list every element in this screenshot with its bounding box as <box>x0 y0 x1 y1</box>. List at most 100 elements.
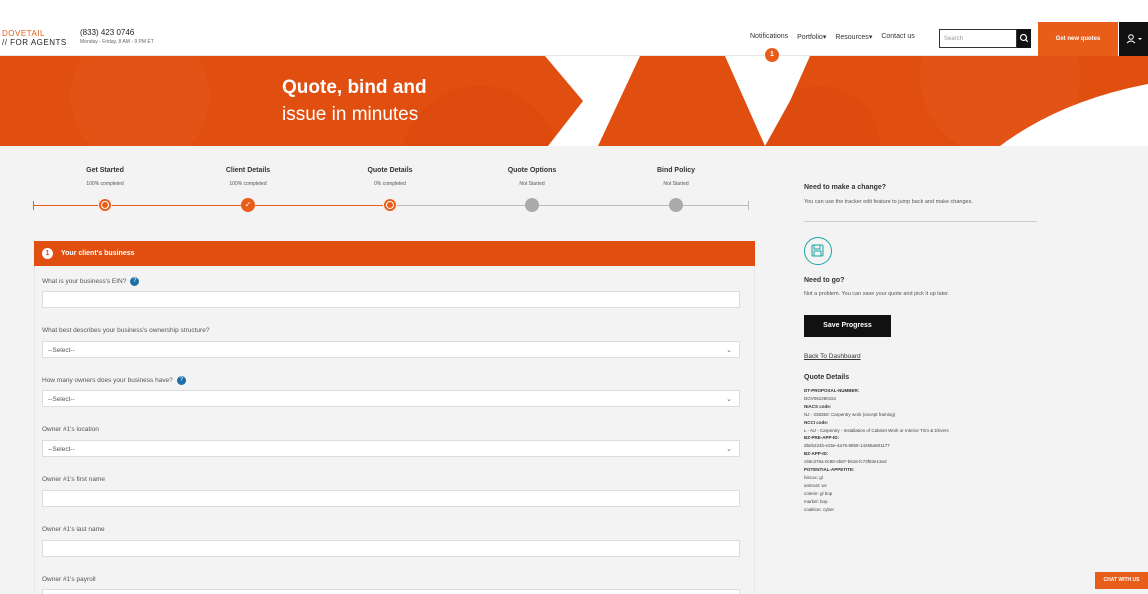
detail-key: NCCI code: <box>804 419 829 425</box>
step-dot-quote-options <box>525 198 539 212</box>
appetite-value: markel: bop <box>804 498 828 504</box>
phone-block: (833) 423 0746 Monday - Friday, 8 AM - 9… <box>80 28 154 45</box>
ein-input[interactable] <box>42 291 740 308</box>
detail-value: L - NJ - Carpentry - Installation of Cab… <box>804 427 949 433</box>
hero-banner: Quote, bind and issue in minutes <box>0 56 1148 146</box>
detail-key: BZ-PRE-APP-ID: <box>804 435 839 441</box>
step-status: 0% completed <box>374 181 406 187</box>
nav-resources-label: Resources <box>835 34 869 41</box>
owners-count-select[interactable]: --Select-- ⌄ <box>42 390 740 407</box>
appetite-value: coterie: gl bop <box>804 490 833 496</box>
owner1-last-name-input[interactable] <box>42 540 740 557</box>
step-status: 100% completed <box>229 181 267 187</box>
caret-down-icon: ▾ <box>822 34 827 41</box>
step-title: Get Started <box>86 167 124 174</box>
section-title: Your client's business <box>61 250 135 257</box>
step-status: Not Started <box>519 181 545 187</box>
ein-label: What is your business's EIN?? <box>42 277 140 286</box>
chat-with-us-button[interactable]: CHAT WITH US <box>1095 572 1148 589</box>
nav-resources[interactable]: Resources▾ <box>835 33 872 41</box>
logo[interactable]: DOVETAIL // FOR AGENTS <box>2 29 67 47</box>
step-dot-client-details: ✓ <box>241 198 255 212</box>
owners-count-select-value: --Select-- <box>48 396 75 403</box>
step-title: Client Details <box>225 167 271 174</box>
notification-count-badge: 1 <box>765 48 779 62</box>
quote-details-list: DT-PROPOSAL-NUMBER: DOV062280151 NIACS c… <box>804 387 1104 514</box>
save-progress-button[interactable]: Save Progress <box>804 315 891 337</box>
detail-key: BZ-APP-ID: <box>804 451 829 457</box>
appetite-value: coalition: cyber <box>804 506 835 512</box>
go-title: Need to go? <box>804 277 845 284</box>
sidebar-divider <box>804 221 1037 222</box>
form-section-header: 1 Your client's business <box>34 241 755 266</box>
ownership-select[interactable]: --Select-- ⌄ <box>42 341 740 358</box>
quote-details-title: Quote Details <box>804 374 850 381</box>
section-number: 1 <box>42 248 53 259</box>
step-dot-get-started <box>98 198 112 212</box>
step-quote-details: Quote Details 0% completed <box>330 167 450 187</box>
nav-portfolio-label: Portfolio <box>797 34 823 41</box>
business-hours: Monday - Friday, 8 AM - 9 PM ET <box>80 39 154 45</box>
main-nav: Notifications Portfolio▾ Resources▾ Cont… <box>750 33 915 41</box>
owner1-payroll-label: Owner #1's payroll <box>42 576 96 583</box>
tracker-end-cap <box>748 201 749 210</box>
chevron-down-icon: ⌄ <box>726 347 732 354</box>
checkmark-icon: ✓ <box>244 200 252 209</box>
owners-count-label: How many owners does your business have?… <box>42 376 186 385</box>
detail-value: d5eb224b-e25e-4a76-8858-14256a601177 <box>804 443 890 449</box>
owner1-last-name-label: Owner #1's last name <box>42 526 105 533</box>
ein-label-text: What is your business's EIN? <box>42 278 127 286</box>
detail-key: DT-PROPOSAL-NUMBER: <box>804 388 860 393</box>
change-text: You can use the tracker edit feature to … <box>804 199 973 205</box>
account-menu-button[interactable] <box>1119 22 1148 56</box>
search-icon <box>1019 33 1029 43</box>
owner1-location-select[interactable]: --Select-- ⌄ <box>42 440 740 457</box>
back-to-dashboard-link[interactable]: Back To Dashboard <box>804 353 861 360</box>
go-text: Not a problem. You can save your quote a… <box>804 291 950 297</box>
help-icon[interactable]: ? <box>130 277 140 286</box>
caret-down-icon: ▾ <box>868 34 873 41</box>
get-new-quotes-button[interactable]: Get new quotes <box>1038 22 1118 56</box>
nav-contact[interactable]: Contact us <box>881 33 914 41</box>
hero-decoration <box>0 56 1148 146</box>
hero-subtitle: issue in minutes <box>282 104 419 125</box>
change-title: Need to make a change? <box>804 184 887 191</box>
nav-notifications[interactable]: Notifications <box>750 33 788 41</box>
detail-key: POTENTIAL-APPETITE: <box>804 467 855 473</box>
search-input[interactable]: Search <box>939 29 1017 48</box>
step-title: Quote Details <box>367 167 413 174</box>
tracker-start-cap <box>33 201 34 210</box>
top-header: DOVETAIL // FOR AGENTS (833) 423 0746 Mo… <box>0 0 1148 56</box>
ownership-label: What best describes your business's owne… <box>42 327 210 334</box>
owner1-payroll-input[interactable] <box>42 589 740 594</box>
owner1-location-label: Owner #1's location <box>42 426 99 433</box>
hero-title: Quote, bind and <box>282 77 427 98</box>
step-title: Quote Options <box>507 167 557 174</box>
search-button[interactable] <box>1017 29 1031 48</box>
phone-number[interactable]: (833) 423 0746 <box>80 28 154 37</box>
step-status: 100% completed <box>86 181 124 187</box>
owners-count-label-text: How many owners does your business have? <box>42 377 173 385</box>
detail-value: c69c376a-0c88-4b87-b616-fc73f83e13ed <box>804 459 887 465</box>
help-icon[interactable]: ? <box>176 376 186 385</box>
detail-value: DOV062280151 <box>804 395 837 401</box>
step-status: Not Started <box>663 181 689 187</box>
progress-tracker: Get Started 100% completed View Client D… <box>33 167 749 227</box>
step-dot-quote-details <box>383 198 397 212</box>
step-dot-bind-policy <box>669 198 683 212</box>
logo-line2: // FOR AGENTS <box>2 38 67 47</box>
user-icon <box>1126 34 1142 44</box>
chevron-down-icon: ⌄ <box>726 396 732 403</box>
step-bind-policy: Bind Policy Not Started <box>616 167 736 187</box>
owner1-first-name-label: Owner #1's first name <box>42 476 106 483</box>
chevron-down-icon: ⌄ <box>726 446 732 453</box>
step-title: Bind Policy <box>656 167 696 174</box>
detail-key: NIACS code: <box>804 403 832 409</box>
detail-value: hiscox: gl <box>804 474 823 480</box>
owner1-location-select-value: --Select-- <box>48 446 75 453</box>
detail-value: NJ - 238350: Carpentry work (except fram… <box>804 411 896 417</box>
nav-portfolio[interactable]: Portfolio▾ <box>797 33 826 41</box>
step-quote-options: Quote Options Not Started <box>472 167 592 187</box>
logo-line1: DOVETAIL <box>2 29 45 38</box>
owner1-first-name-input[interactable] <box>42 490 740 507</box>
